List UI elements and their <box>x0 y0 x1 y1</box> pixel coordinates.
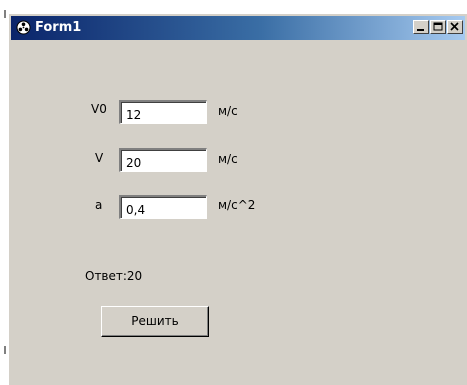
answer-label: Ответ:20 <box>85 269 143 283</box>
solve-button[interactable]: Решить <box>101 306 209 337</box>
a-label: a <box>95 198 103 212</box>
form-window: Form1 V0 м/с V м/с a м/с^2 Ответ:20 Реши… <box>8 13 467 385</box>
v0-unit-label: м/с <box>218 104 238 118</box>
app-icon <box>16 20 31 35</box>
title-bar[interactable]: Form1 <box>11 16 465 40</box>
minimize-icon <box>417 29 424 31</box>
a-input[interactable] <box>119 195 207 219</box>
close-icon <box>450 22 459 31</box>
minimize-button[interactable] <box>413 20 429 34</box>
maximize-button[interactable] <box>430 20 446 34</box>
window-title: Form1 <box>35 20 82 35</box>
v-label: V <box>95 151 104 165</box>
left-edge-mark <box>4 346 6 354</box>
a-unit-label: м/с^2 <box>218 198 256 212</box>
v0-label: V0 <box>91 102 107 116</box>
v-input[interactable] <box>119 148 207 172</box>
maximize-icon <box>433 22 443 31</box>
v-unit-label: м/с <box>218 152 238 166</box>
close-button[interactable] <box>447 20 463 34</box>
left-edge-mark <box>4 10 6 18</box>
v0-input[interactable] <box>119 100 207 124</box>
